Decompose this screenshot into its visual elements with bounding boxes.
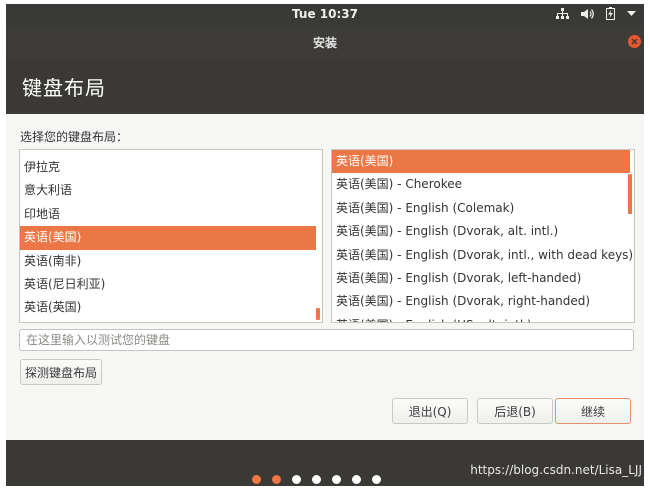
layout-list[interactable]: 伊拉克 意大利语 印地语 英语(美国) 英语(南非) 英语(尼日利亚) 英语(英国) [19, 149, 323, 323]
keyboard-test-input[interactable] [19, 329, 634, 351]
variant-item[interactable]: 英语(美国) - English (Dvorak, intl., with de… [332, 244, 633, 267]
variant-list[interactable]: 英语(美国) 英语(美国) - Cherokee 英语(美国) - English … [331, 149, 635, 323]
network-icon [556, 7, 569, 20]
window-header: 安装 [6, 26, 644, 58]
progress-dots [252, 475, 381, 484]
installer-screen: Tue 10:37 安装 键盘布局 选择您的键盘布局： 伊拉克 意大利语 印地语… [6, 4, 644, 486]
variant-list-items: 英语(美国) 英语(美国) - Cherokee 英语(美国) - English … [332, 150, 633, 322]
close-icon [631, 38, 638, 45]
page-title: 键盘布局 [22, 76, 106, 100]
layout-item[interactable]: 英语(英国) [20, 296, 316, 319]
detect-layout-button[interactable]: 探测键盘布局 [20, 359, 102, 385]
layout-item[interactable]: 印地语 [20, 203, 316, 226]
variant-item[interactable]: 英语(美国) - English (Dvorak, left-handed) [332, 267, 630, 290]
system-menu-chevron-icon [627, 10, 636, 17]
layout-item[interactable]: 英语(南非) [20, 250, 316, 273]
layout-item[interactable]: 英语(美国) [20, 226, 316, 250]
layout-list-scrollbar[interactable] [316, 308, 320, 320]
variant-list-scrollbar[interactable] [628, 174, 632, 214]
progress-dot [292, 475, 301, 484]
layout-list-items: 伊拉克 意大利语 印地语 英语(美国) 英语(南非) 英语(尼日利亚) 英语(英国) [20, 156, 316, 320]
page-banner: 键盘布局 [6, 58, 644, 114]
back-button[interactable]: 后退(B) [477, 398, 553, 424]
quit-button[interactable]: 退出(Q) [392, 398, 468, 424]
variant-item[interactable]: 英语(美国) - English (Colemak) [332, 197, 630, 220]
close-button[interactable] [628, 35, 641, 48]
system-tray[interactable] [556, 7, 636, 20]
progress-dot [252, 475, 261, 484]
variant-item[interactable]: 英语(美国) - English (Dvorak, alt. intl.) [332, 220, 630, 243]
battery-icon [606, 7, 615, 20]
window-title: 安装 [312, 36, 337, 50]
volume-icon [581, 8, 594, 20]
progress-dot [312, 475, 321, 484]
layout-item[interactable]: 意大利语 [20, 179, 316, 202]
layout-item[interactable]: 伊拉克 [20, 156, 316, 179]
variant-item[interactable]: 英语(美国) - Cherokee [332, 173, 630, 196]
variant-item[interactable]: 英语(美国) [332, 150, 630, 174]
progress-dot [332, 475, 341, 484]
progress-dot [372, 475, 381, 484]
clock[interactable]: Tue 10:37 [6, 7, 644, 21]
variant-item[interactable]: 英语(美国) - English (US, alt. intl.) [332, 314, 630, 322]
watermark: https://blog.csdn.net/Lisa_LJJ [470, 463, 642, 477]
progress-dot [272, 475, 281, 484]
layout-prompt: 选择您的键盘布局： [20, 130, 129, 144]
continue-button[interactable]: 继续 [555, 398, 631, 424]
progress-dot [352, 475, 361, 484]
top-bar: Tue 10:37 [6, 4, 644, 26]
layout-item[interactable]: 英语(尼日利亚) [20, 273, 316, 296]
variant-item[interactable]: 英语(美国) - English (Dvorak, right-handed) [332, 290, 630, 313]
